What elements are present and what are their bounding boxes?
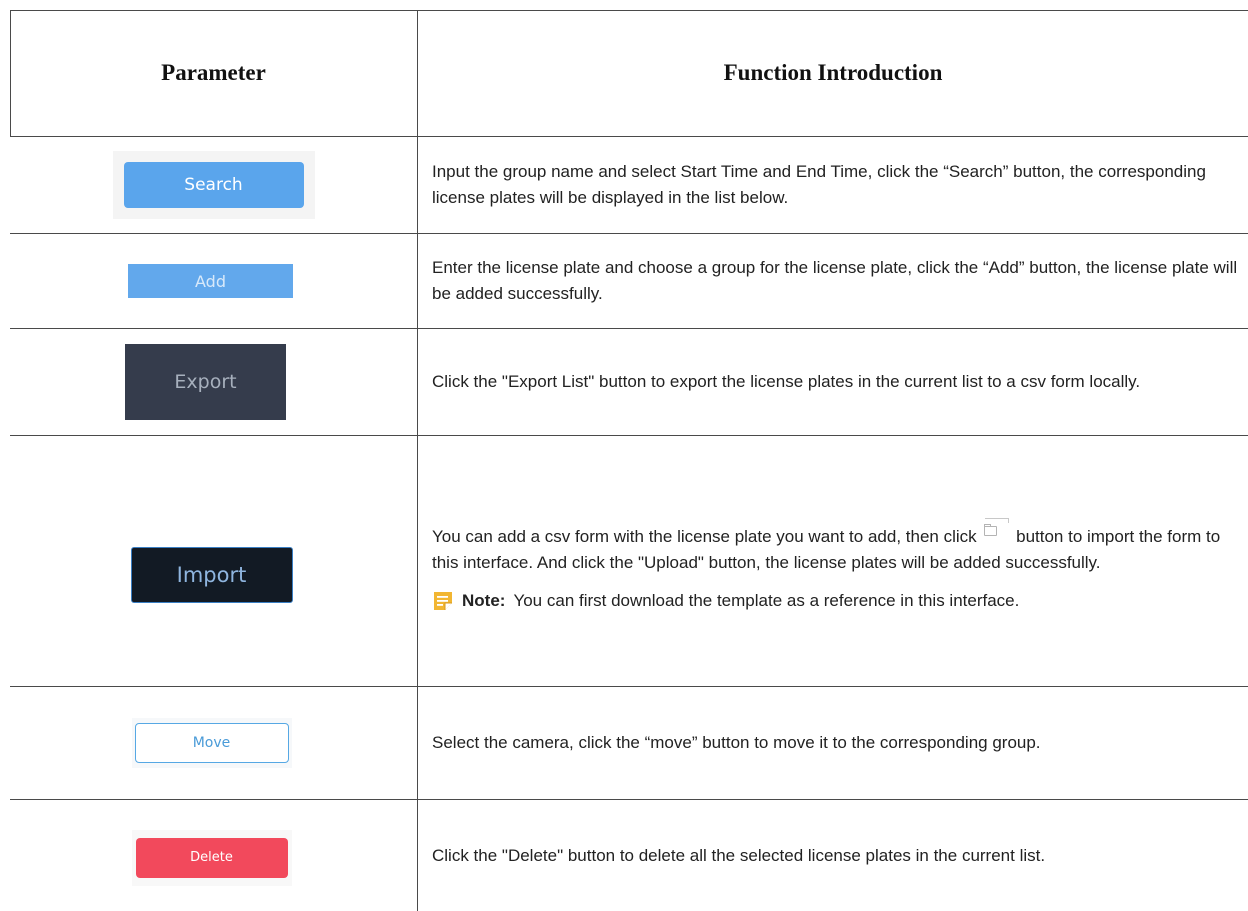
button-preview-frame: Delete bbox=[131, 829, 292, 886]
move-button[interactable]: Move bbox=[134, 723, 289, 763]
row-description: Click the "Delete" button to delete all … bbox=[432, 845, 1046, 865]
row-description: Select the camera, click the “move” butt… bbox=[432, 733, 1041, 752]
folder-upload-icon[interactable] bbox=[983, 518, 1010, 543]
row-description: Input the group name and select Start Ti… bbox=[432, 162, 1206, 207]
table-row-import-param: Import bbox=[10, 436, 417, 686]
table-row-move-desc: Select the camera, click the “move” butt… bbox=[418, 687, 1248, 799]
table-row-export-param: Export bbox=[10, 329, 417, 435]
note-text: You can first download the template as a… bbox=[513, 591, 1020, 610]
import-button[interactable]: Import bbox=[130, 547, 293, 603]
table-row-export-desc: Click the "Export List" button to export… bbox=[418, 329, 1248, 435]
button-preview-frame: Search bbox=[112, 151, 315, 219]
delete-button[interactable]: Delete bbox=[135, 837, 288, 878]
table-row-move-param: Move bbox=[10, 687, 417, 799]
table-row-search-param: Search bbox=[10, 137, 417, 233]
column-header-function: Function Introduction bbox=[723, 60, 943, 85]
table-row-add-param: Add bbox=[10, 234, 417, 328]
row-description: Enter the license plate and choose a gro… bbox=[432, 258, 1238, 303]
export-button[interactable]: Export bbox=[125, 344, 286, 420]
import-description-part1: You can add a csv form with the license … bbox=[432, 527, 977, 546]
search-button[interactable]: Search bbox=[123, 162, 304, 208]
table-row-add-desc: Enter the license plate and choose a gro… bbox=[418, 234, 1248, 328]
note-label: Note: bbox=[462, 591, 506, 610]
table-row-delete-desc: Click the "Delete" button to delete all … bbox=[418, 800, 1248, 911]
add-button[interactable]: Add bbox=[128, 264, 293, 298]
button-preview-frame: Move bbox=[131, 718, 292, 768]
column-header-parameter: Parameter bbox=[161, 60, 266, 85]
table-row-delete-param: Delete bbox=[10, 800, 417, 911]
table-row-search-desc: Input the group name and select Start Ti… bbox=[418, 137, 1248, 233]
row-description: You can add a csv form with the license … bbox=[432, 518, 1238, 576]
table-row-import-desc: You can add a csv form with the license … bbox=[418, 436, 1248, 686]
row-description: Click the "Export List" button to export… bbox=[432, 372, 1141, 391]
note-callout: Note: You can first download the templat… bbox=[432, 590, 1238, 612]
note-icon bbox=[434, 592, 452, 610]
